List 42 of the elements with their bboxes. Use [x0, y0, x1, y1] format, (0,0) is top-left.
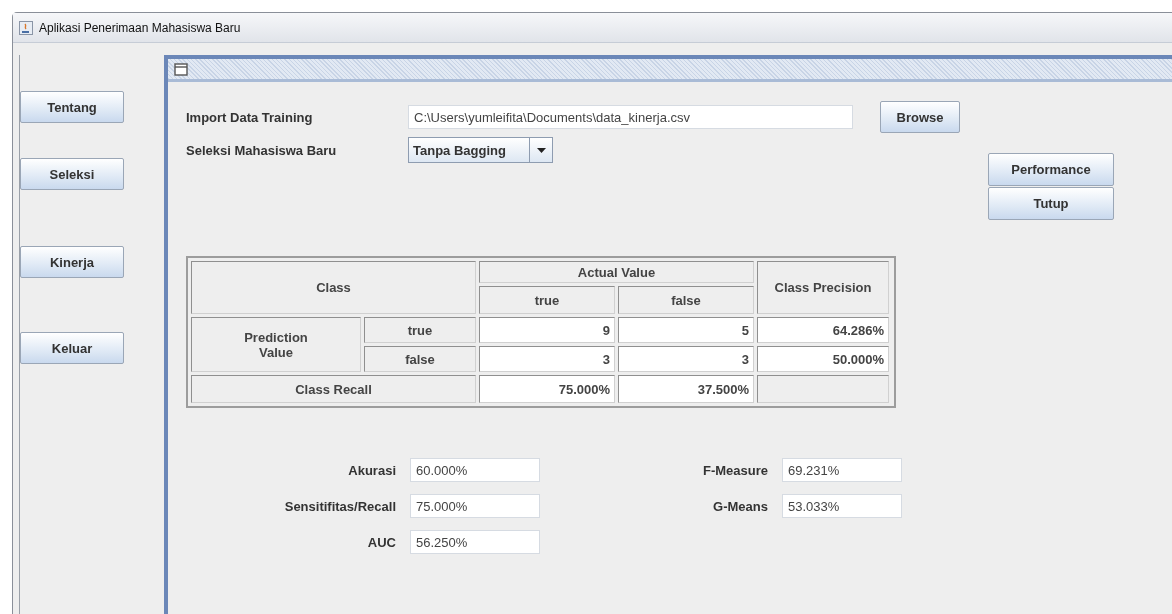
nav-button[interactable]: Seleksi	[20, 158, 124, 190]
table-cell: 64.286%	[757, 317, 889, 343]
action-button[interactable]: Performance	[988, 153, 1114, 186]
window-title: Aplikasi Penerimaan Mahasiswa Baru	[39, 20, 241, 35]
metric-label: G-Means	[713, 498, 768, 514]
metric-field[interactable]: 69.231%	[782, 458, 902, 482]
metric-label: F-Measure	[702, 462, 768, 478]
seleksi-label: Seleksi Mahasiswa Baru	[186, 142, 338, 158]
metric-field[interactable]: 53.033%	[782, 494, 902, 518]
metric-label: Sensitifitas/Recall	[284, 498, 396, 514]
metric-label: AUC	[367, 534, 396, 550]
table-header: true	[479, 286, 615, 314]
mode-dropdown[interactable]: Tanpa Bagging	[408, 137, 553, 163]
nav-button[interactable]: Tentang	[20, 91, 124, 123]
table-header: Prediction Value	[191, 317, 361, 372]
window-icon	[174, 62, 188, 76]
nav-button[interactable]: Keluar	[20, 332, 124, 364]
table-cell: 3	[618, 346, 754, 372]
table-header: Actual Value	[479, 261, 754, 283]
table-header: Class Precision	[757, 261, 889, 314]
action-button[interactable]: Tutup	[988, 186, 1114, 220]
table-cell: 9	[479, 317, 615, 343]
metric-field[interactable]: 56.250%	[410, 530, 540, 554]
metric-field[interactable]: 60.000%	[410, 458, 540, 482]
table-header: false	[618, 286, 754, 314]
table-cell: 3	[479, 346, 615, 372]
file-path-field[interactable]: C:\Users\yumleifita\Documents\data_kinerja.csv	[408, 105, 853, 129]
metric-field[interactable]: 75.000%	[410, 494, 540, 518]
table-header: true	[364, 317, 476, 343]
app-icon	[19, 20, 33, 35]
caret-icon	[536, 147, 546, 153]
metric-label: Akurasi	[348, 462, 396, 478]
table-cell: 37.500%	[618, 375, 754, 403]
table-header: Class Recall	[191, 375, 476, 403]
table-header: Class	[191, 261, 476, 314]
table-cell: 50.000%	[757, 346, 889, 372]
browse-button[interactable]: Browse	[880, 101, 960, 133]
nav-button[interactable]: Kinerja	[20, 246, 124, 278]
import-label: Import Data Training	[186, 109, 314, 125]
table-cell: 5	[618, 317, 754, 343]
table-header: false	[364, 346, 476, 372]
table-cell: 75.000%	[479, 375, 615, 403]
